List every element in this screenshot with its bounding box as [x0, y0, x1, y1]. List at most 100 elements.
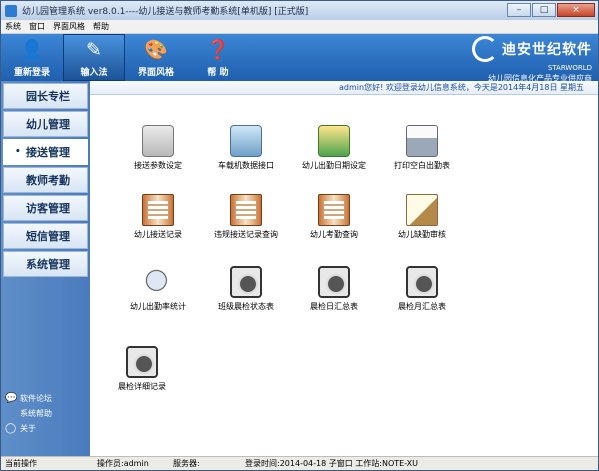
relogin-label: 重新登录	[13, 68, 50, 78]
function-pickup-params[interactable]: 接送参数设定	[118, 125, 198, 171]
function-pickup-records[interactable]: 幼儿接送记录	[118, 194, 198, 240]
checkup-icon	[318, 266, 350, 298]
close-button[interactable]: ×	[557, 3, 595, 17]
minimize-button[interactable]: –	[507, 3, 531, 17]
forum-icon: 💬	[5, 393, 18, 404]
function-label: 晨检月汇总表	[398, 302, 446, 311]
function-attendance-query[interactable]: 幼儿考勤查询	[294, 194, 374, 240]
user-login-icon: 👤	[20, 39, 44, 61]
palette-icon: 🎨	[144, 39, 168, 61]
status-operator: 操作员:admin	[97, 459, 149, 468]
card-reader-icon	[230, 125, 262, 157]
maximize-button[interactable]: □	[532, 3, 556, 17]
sidebar-item-sms[interactable]: 短信管理	[3, 223, 88, 249]
function-print-blank[interactable]: 打印空白出勤表	[382, 125, 462, 171]
sidebar-item-teacher-attendance[interactable]: 教师考勤	[3, 167, 88, 193]
function-label: 车载机数据接口	[218, 161, 274, 170]
sidebar-item-label: 系统管理	[26, 258, 70, 271]
status-login-time: 登录时间:2014-04-18 子窗口 工作站:NOTE-XU	[245, 459, 419, 468]
system-help-link[interactable]: 系统帮助	[5, 408, 52, 419]
function-absence-review[interactable]: 幼儿缺勤审核	[382, 194, 462, 240]
help-label: 帮 助	[207, 68, 229, 78]
active-bullet-icon: •	[15, 147, 21, 157]
printer-icon	[406, 125, 438, 157]
help-button[interactable]: ❓ 帮 助	[187, 34, 249, 81]
app-window: 幼儿园管理系统 ver8.0.1----幼儿接送与教师考勤系统[单机版] [正式…	[0, 0, 599, 471]
input-method-icon: ✎	[86, 39, 102, 61]
calendar-settings-icon	[318, 125, 350, 157]
window-controls: – □ ×	[507, 3, 595, 17]
function-violation-query[interactable]: 违规接送记录查询	[206, 194, 286, 240]
about-label: 关于	[20, 424, 36, 433]
sidebar-item-label: 教师考勤	[26, 174, 70, 187]
function-label: 晨检详细记录	[118, 382, 166, 391]
function-checkup-details[interactable]: 晨检详细记录	[102, 346, 182, 392]
function-label: 违规接送记录查询	[214, 230, 278, 239]
menu-bar: 系统 窗口 界面风格 帮助	[1, 20, 598, 34]
function-vehicle-data[interactable]: 车载机数据接口	[206, 125, 286, 171]
brand-name: 迪安世纪软件	[502, 42, 592, 58]
style-button[interactable]: 🎨 界面风格	[125, 34, 187, 81]
function-label: 幼儿出勤率统计	[130, 302, 186, 311]
function-label: 班级晨检状态表	[218, 302, 274, 311]
record-book-icon	[230, 194, 262, 226]
function-label: 幼儿考勤查询	[310, 230, 358, 239]
about-link[interactable]: ◯ 关于	[5, 423, 52, 434]
function-daily-checkup[interactable]: 晨检日汇总表	[294, 266, 374, 312]
status-bar: 当前操作 操作员:admin 服务器: 登录时间:2014-04-18 子窗口 …	[1, 456, 598, 470]
menu-help[interactable]: 帮助	[89, 21, 113, 32]
function-label: 打印空白出勤表	[394, 161, 450, 170]
sidebar-item-label: 访客管理	[26, 202, 70, 215]
menu-system[interactable]: 系统	[1, 21, 25, 32]
function-monthly-checkup[interactable]: 晨检月汇总表	[382, 266, 462, 312]
sidebar-item-label: 接送管理	[26, 146, 70, 159]
statistics-magnifier-icon	[142, 266, 174, 298]
sidebar-item-visitors[interactable]: 访客管理	[3, 195, 88, 221]
sidebar-item-pickup[interactable]: • 接送管理	[3, 139, 88, 165]
sidebar-item-children[interactable]: 幼儿管理	[3, 111, 88, 137]
input-method-button[interactable]: ✎ 输入法	[63, 34, 125, 81]
swirl-logo-icon	[472, 36, 498, 62]
record-book-icon	[142, 194, 174, 226]
settings-computer-icon	[142, 125, 174, 157]
function-label: 接送参数设定	[134, 161, 182, 170]
checkup-icon	[406, 266, 438, 298]
sidebar-item-label: 园长专栏	[26, 90, 70, 103]
write-icon	[406, 194, 438, 226]
function-attendance-stats[interactable]: 幼儿出勤率统计	[118, 266, 198, 312]
forum-link[interactable]: 💬 软件论坛	[5, 393, 52, 404]
function-class-checkup[interactable]: 班级晨检状态表	[206, 266, 286, 312]
menu-window[interactable]: 窗口	[25, 21, 49, 32]
status-current-op: 当前操作	[5, 459, 37, 468]
style-label: 界面风格	[137, 68, 174, 78]
status-server: 服务器:	[173, 459, 200, 468]
welcome-banner: admin您好! 欢迎登录幼儿信息系统，今天是2014年4月18日 星期五	[90, 81, 598, 95]
sidebar-item-principal[interactable]: 园长专栏	[3, 83, 88, 109]
function-attendance-date[interactable]: 幼儿出勤日期设定	[294, 125, 374, 171]
function-label: 幼儿接送记录	[134, 230, 182, 239]
input-method-label: 输入法	[80, 68, 108, 78]
app-icon	[5, 4, 17, 17]
function-label: 晨检日汇总表	[310, 302, 358, 311]
toolbar: 👤 重新登录 ✎ 输入法 🎨 界面风格 ❓ 帮 助 迪安世纪软件 STARWOR…	[1, 34, 598, 84]
checkup-icon	[230, 266, 262, 298]
sidebar: 园长专栏 幼儿管理 • 接送管理 教师考勤 访客管理 短信管理 系统管理 💬 软件论…	[1, 81, 90, 456]
function-label: 幼儿缺勤审核	[398, 230, 446, 239]
main-panel: admin您好! 欢迎登录幼儿信息系统，今天是2014年4月18日 星期五 接送…	[90, 81, 598, 456]
record-book-icon	[318, 194, 350, 226]
sidebar-item-system[interactable]: 系统管理	[3, 251, 88, 277]
relogin-button[interactable]: 👤 重新登录	[1, 34, 63, 81]
menu-style[interactable]: 界面风格	[49, 21, 89, 32]
window-title: 幼儿园管理系统 ver8.0.1----幼儿接送与教师考勤系统[单机版] [正式…	[22, 7, 309, 17]
help-icon: ❓	[206, 39, 230, 61]
system-help-label: 系统帮助	[20, 409, 52, 418]
brand-sub: STARWORLD	[547, 64, 592, 72]
title-bar[interactable]: 幼儿园管理系统 ver8.0.1----幼儿接送与教师考勤系统[单机版] [正式…	[1, 1, 598, 20]
about-icon: ◯	[5, 423, 17, 434]
forum-label: 软件论坛	[20, 394, 52, 403]
sidebar-item-label: 幼儿管理	[26, 118, 70, 131]
sidebar-footer: 💬 软件论坛 系统帮助 ◯ 关于	[5, 389, 52, 434]
checkup-icon	[126, 346, 158, 378]
help-icon	[5, 408, 16, 419]
brand-logo: 迪安世纪软件 STARWORLD 幼儿园信息化产品专业供应商	[472, 36, 592, 84]
